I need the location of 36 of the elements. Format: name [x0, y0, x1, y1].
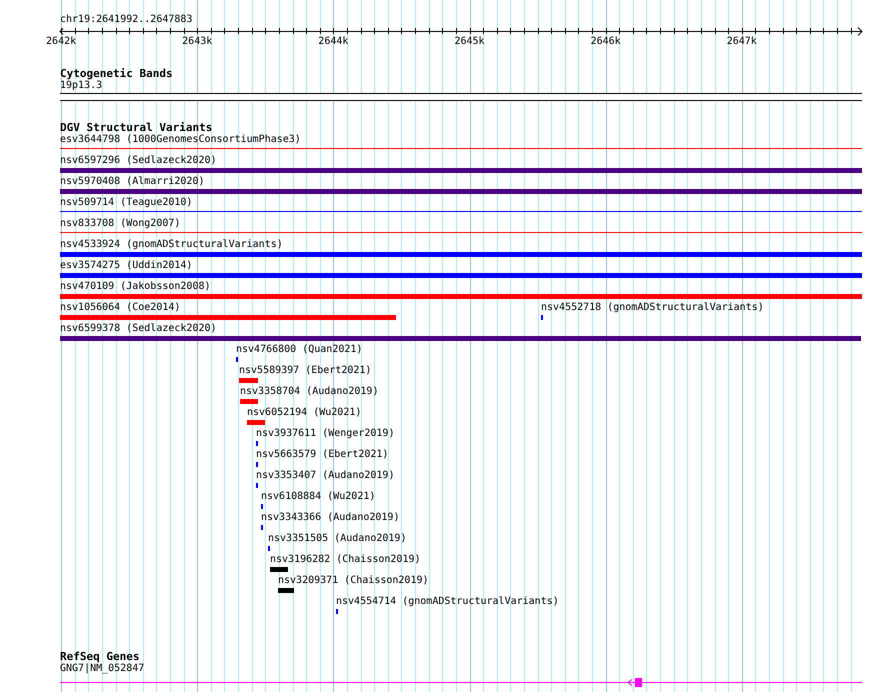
track-title: Cytogenetic Bands — [60, 68, 173, 80]
band-label: 19p13.3 — [60, 80, 102, 92]
gene-label: GNG7|NM_052847 — [60, 663, 144, 675]
tick-label: 2644k — [318, 36, 348, 48]
variant-label: nsv509714 (Teague2010) — [60, 197, 192, 209]
tick-label: 2643k — [182, 36, 212, 48]
variant-label: nsv3353407 (Audano2019) — [256, 470, 394, 482]
variant-label: nsv6052194 (Wu2021) — [247, 407, 362, 419]
variant-label: nsv3343366 (Audano2019) — [261, 512, 400, 524]
variant-label: nsv3196282 (Chaisson2019) — [270, 554, 421, 566]
variant-label: nsv4766800 (Quan2021) — [236, 344, 362, 356]
variant-label: nsv4552718 (gnomADStructuralVariants) — [541, 302, 764, 314]
variant-label: nsv3358704 (Audano2019) — [240, 386, 378, 398]
variant-label: nsv3351505 (Audano2019) — [268, 533, 406, 545]
variant-label: nsv4533924 (gnomADStructuralVariants) — [60, 239, 283, 251]
variant-label: nsv470109 (Jakobsson2008) — [60, 281, 211, 293]
variant-label: nsv3209371 (Chaisson2019) — [278, 575, 429, 587]
variant-label: nsv5663579 (Ebert2021) — [256, 449, 388, 461]
variant-label: nsv833708 (Wong2007) — [60, 218, 180, 230]
variant-label: nsv5970408 (Almarri2020) — [60, 176, 204, 188]
variant-label: nsv6597296 (Sedlazeck2020) — [60, 155, 217, 167]
variant-label: esv3644798 (1000GenomesConsortiumPhase3) — [60, 134, 301, 146]
variant-label: nsv6599378 (Sedlazeck2020) — [60, 323, 217, 335]
variant-label: nsv1056064 (Coe2014) — [60, 302, 180, 314]
tick-label: 2642k — [46, 36, 76, 48]
variant-label: nsv3937611 (Wenger2019) — [256, 428, 394, 440]
location-label: chr19:2641992..2647883 — [60, 14, 192, 26]
variant-label: nsv4554714 (gnomADStructuralVariants) — [336, 596, 559, 608]
tick-label: 2646k — [590, 36, 621, 48]
variant-label: nsv5589397 (Ebert2021) — [239, 365, 372, 377]
tick-label: 2645k — [454, 36, 485, 48]
track-title: DGV Structural Variants — [60, 122, 212, 134]
variant-label: nsv6108884 (Wu2021) — [261, 491, 376, 503]
variant-label: esv3574275 (Uddin2014) — [60, 260, 192, 272]
tick-label: 2647k — [726, 36, 757, 48]
track-title: RefSeq Genes — [60, 651, 140, 663]
